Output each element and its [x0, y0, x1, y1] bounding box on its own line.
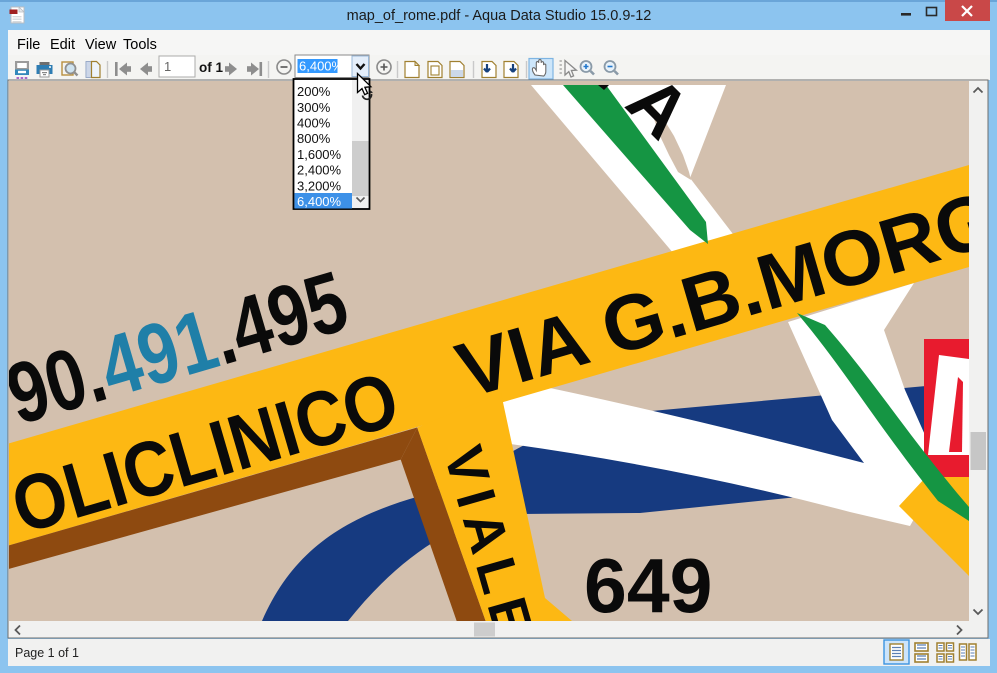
svg-text:1,600%: 1,600%: [297, 147, 342, 162]
svg-text:3,200%: 3,200%: [297, 178, 342, 193]
svg-text:200%: 200%: [297, 84, 331, 99]
svg-text:Page 1 of 1: Page 1 of 1: [15, 646, 79, 660]
svg-text:6,400%: 6,400%: [299, 59, 344, 74]
svg-text:of 1: of 1: [199, 60, 223, 75]
svg-text:Edit: Edit: [50, 37, 75, 53]
svg-text:File: File: [17, 37, 40, 53]
svg-text:800%: 800%: [297, 131, 331, 146]
svg-text:View: View: [85, 37, 117, 53]
svg-text:2,400%: 2,400%: [297, 163, 342, 178]
svg-text:1: 1: [164, 59, 171, 74]
svg-text:400%: 400%: [297, 116, 331, 131]
svg-text:map_of_rome.pdf - Aqua Data St: map_of_rome.pdf - Aqua Data Studio 15.0.…: [347, 8, 652, 24]
svg-text:6,400%: 6,400%: [297, 194, 342, 209]
svg-text:Tools: Tools: [123, 37, 157, 53]
svg-text:649: 649: [584, 544, 712, 630]
svg-text:300%: 300%: [297, 100, 331, 115]
